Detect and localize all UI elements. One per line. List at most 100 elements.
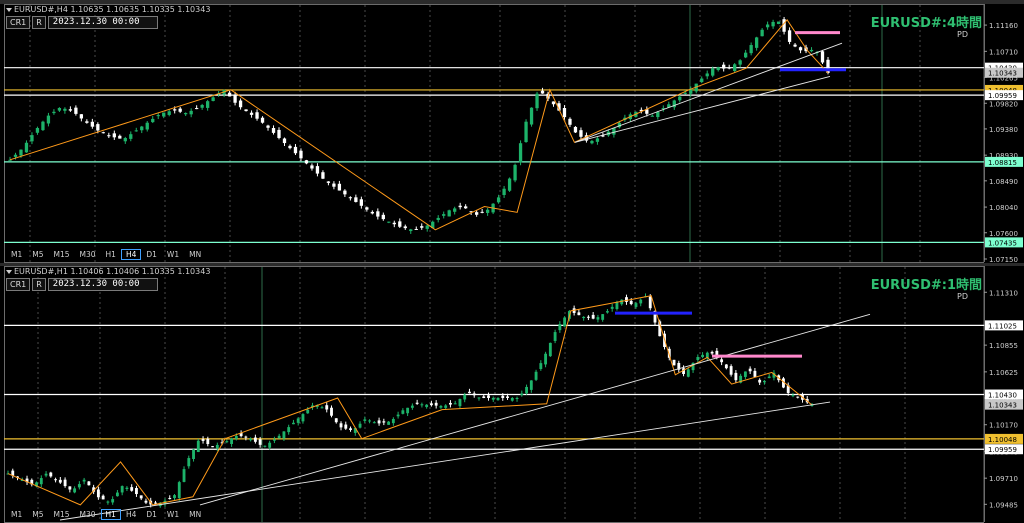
candle-body	[370, 211, 374, 214]
candle-body	[156, 115, 160, 117]
candle-body	[96, 489, 100, 498]
tf-w1[interactable]: W1	[162, 509, 184, 520]
h4-date-field[interactable]: 2023.12.30 00:00	[47, 16, 158, 29]
tf-m15[interactable]: M15	[49, 249, 75, 260]
candle-body	[762, 380, 766, 383]
candle-body	[387, 421, 391, 425]
price-tick-label: 1.08040	[989, 204, 1018, 212]
candle-body	[87, 481, 91, 486]
candle-body	[79, 114, 84, 119]
candle-body	[700, 78, 704, 83]
candle-body	[211, 446, 214, 448]
tf-m30[interactable]: M30	[75, 509, 101, 520]
candle-body	[590, 140, 594, 144]
candle-body	[57, 107, 62, 111]
tf-m5[interactable]: M5	[27, 509, 48, 520]
tf-h1[interactable]: H1	[100, 509, 121, 520]
cr1-button[interactable]: CR1	[6, 16, 31, 29]
h1-pd-label: PD	[957, 292, 968, 301]
candle-body	[434, 402, 438, 406]
candle-body	[263, 445, 267, 447]
candle-body	[337, 183, 342, 191]
candle-body	[230, 438, 234, 444]
candle-body	[200, 104, 204, 108]
candle-body	[260, 117, 265, 123]
price-tick-label: 1.10170	[989, 422, 1018, 430]
candle-body	[349, 428, 352, 430]
candle-body	[173, 109, 177, 111]
candle-body	[301, 414, 305, 422]
candle-body	[615, 302, 619, 310]
tf-w1[interactable]: W1	[162, 249, 184, 260]
candle-body	[111, 499, 115, 503]
candle-body	[44, 473, 48, 476]
candle-body	[63, 479, 67, 487]
tf-mn[interactable]: MN	[184, 249, 206, 260]
candle-body	[359, 199, 364, 206]
candle-body	[13, 154, 18, 157]
cr1-button[interactable]: CR1	[6, 278, 31, 291]
candle-body	[271, 128, 276, 133]
candle-body	[577, 312, 581, 316]
candle-body	[701, 354, 705, 358]
tf-m1[interactable]: M1	[6, 509, 27, 520]
candle-body	[96, 124, 100, 131]
candle-body	[760, 29, 764, 37]
tf-d1[interactable]: D1	[141, 249, 162, 260]
candle-body	[187, 458, 191, 467]
candle-body	[820, 51, 825, 63]
tf-m1[interactable]: M1	[6, 249, 27, 260]
price-tick-label: 1.09710	[989, 475, 1018, 483]
tf-mn[interactable]: MN	[184, 509, 206, 520]
candle-body	[510, 398, 514, 401]
candle-body	[282, 431, 286, 439]
tf-m5[interactable]: M5	[27, 249, 48, 260]
candle-body	[539, 363, 543, 370]
candle-body	[711, 68, 715, 76]
candle-body	[743, 371, 747, 377]
price-level-label: 1.09959	[988, 92, 1017, 100]
candle-body	[106, 501, 110, 503]
h4-chart-canvas[interactable]: 1.111601.107101.102651.098201.093801.089…	[0, 4, 1024, 263]
candle-body	[563, 317, 567, 327]
candle-body	[310, 165, 314, 169]
candle-body	[189, 110, 193, 115]
candle-body	[705, 73, 709, 77]
h4-timeframe-bar: M1 M5 M15 M30 H1 H4 D1 W1 MN	[6, 249, 206, 260]
tf-h4[interactable]: H4	[120, 249, 142, 260]
candle-body	[744, 52, 748, 58]
h1-date-field[interactable]: 2023.12.30 00:00	[47, 278, 158, 291]
candle-body	[449, 402, 452, 405]
candle-body	[39, 478, 43, 485]
candle-body	[771, 21, 775, 27]
tf-m15[interactable]: M15	[49, 509, 75, 520]
tf-h4[interactable]: H4	[121, 509, 141, 520]
candle-body	[534, 371, 538, 380]
chart-pane-h4[interactable]: 1.11160 1.10710 1.10265 1.09820 1.09380 1.089…	[0, 4, 1024, 263]
price-level-label: 1.08815	[988, 159, 1017, 167]
candle-body	[749, 45, 753, 54]
r-button[interactable]: R	[32, 278, 46, 291]
chart-pane-h1[interactable]: 1.113101.110251.108551.106251.104001.101…	[0, 266, 1024, 523]
tf-h1[interactable]: H1	[101, 249, 121, 260]
price-level-label: 1.07435	[988, 239, 1017, 247]
candle-body	[464, 206, 468, 209]
dropdown-triangle-icon[interactable]	[6, 7, 12, 12]
candle-body	[144, 500, 148, 503]
h1-chart-canvas[interactable]: 1.113101.110251.108551.106251.104001.101…	[0, 266, 1024, 523]
candle-body	[382, 421, 386, 423]
price-tick-label: 1.09380	[989, 126, 1018, 134]
candle-body	[482, 396, 486, 398]
trendline	[574, 42, 843, 143]
r-button[interactable]: R	[32, 16, 46, 29]
candle-body	[74, 107, 78, 114]
candle-body	[656, 111, 660, 118]
dropdown-triangle-icon[interactable]	[6, 269, 12, 274]
tf-m30[interactable]: M30	[75, 249, 101, 260]
candle-body	[287, 427, 291, 433]
candle-body	[729, 366, 733, 375]
candle-body	[787, 30, 792, 42]
candle-body	[544, 353, 548, 365]
candle-body	[118, 135, 122, 139]
tf-d1[interactable]: D1	[141, 509, 162, 520]
